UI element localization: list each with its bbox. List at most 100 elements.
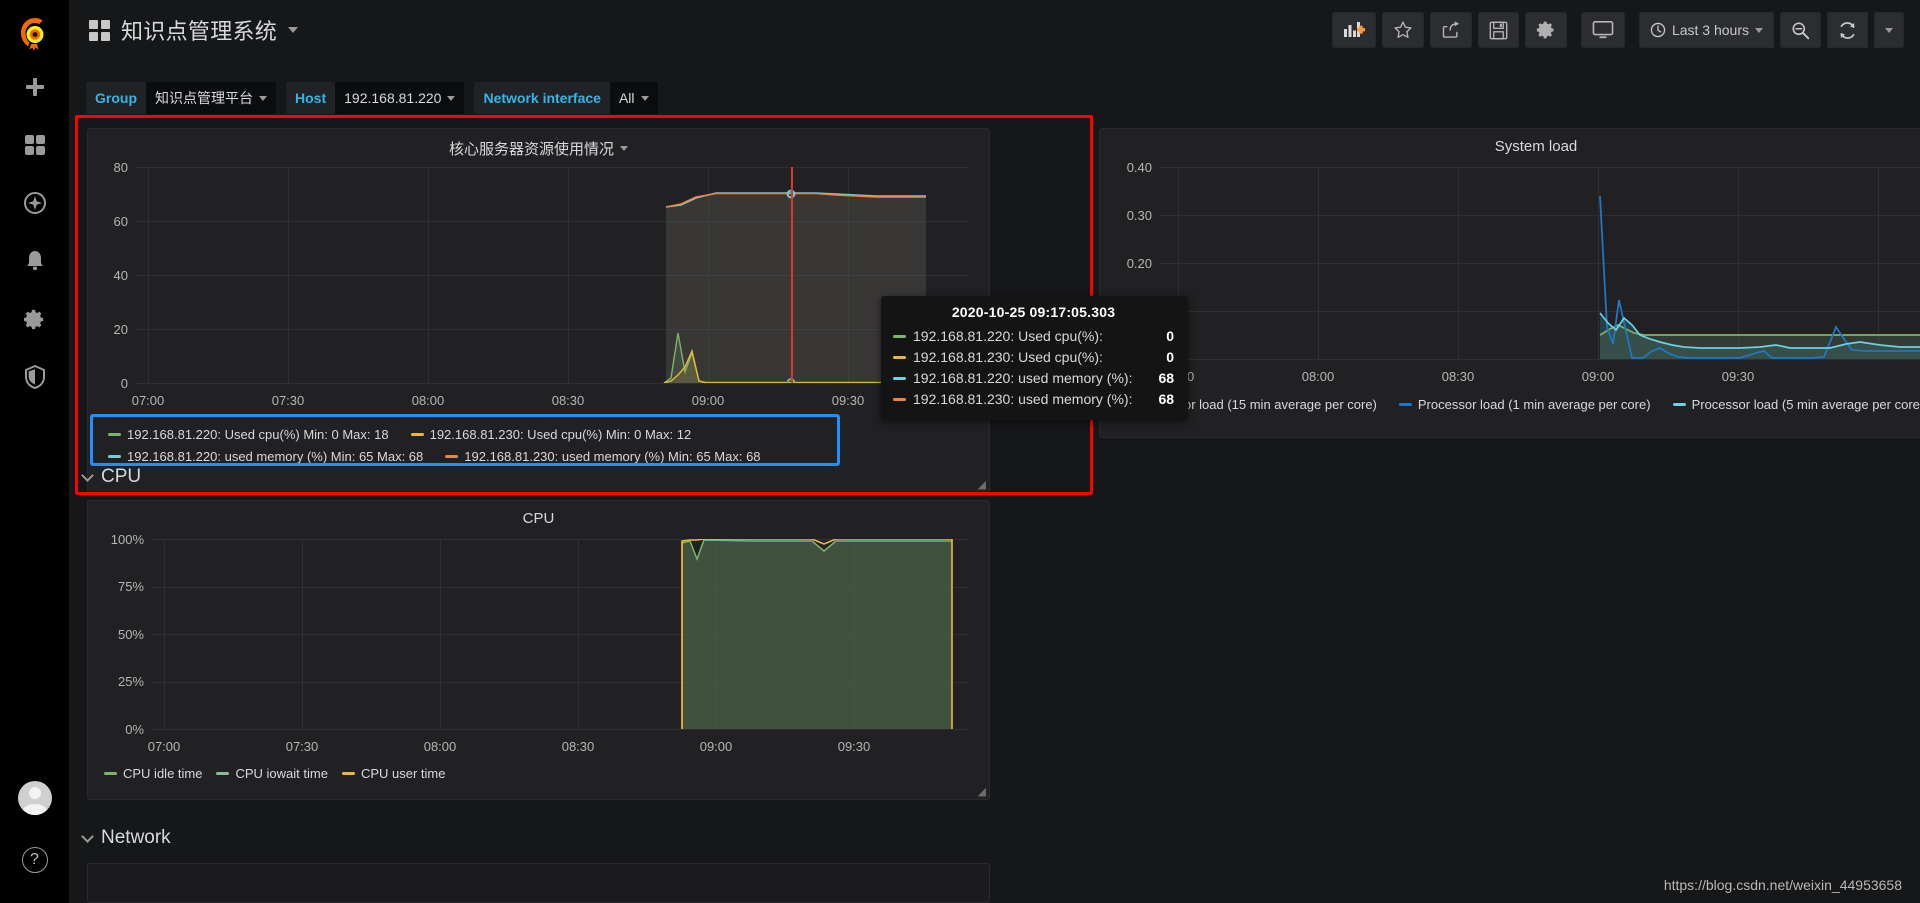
sidebar-item-configuration[interactable] (0, 290, 69, 348)
template-variables: Group 知识点管理平台 Host 192.168.81.220 Networ… (86, 82, 658, 114)
panel-resize-handle[interactable]: ◢ (978, 785, 986, 798)
dashboard-settings-button[interactable] (1524, 12, 1567, 48)
legend-swatch (445, 455, 459, 458)
sidebar-item-explore[interactable] (0, 174, 69, 232)
add-panel-button[interactable] (1331, 12, 1376, 48)
sidebar-item-server-admin[interactable] (0, 348, 69, 406)
top-navbar: 知识点管理系统 Last 3 hours (69, 0, 1920, 60)
share-dashboard-button[interactable] (1429, 12, 1472, 48)
variable-value-network-interface-text: All (618, 90, 635, 106)
avatar[interactable] (0, 767, 69, 829)
legend-item[interactable]: 192.168.81.220: Used cpu(%) Min: 0 Max: … (108, 427, 389, 442)
panel-title-system-load[interactable]: System load (1100, 129, 1920, 155)
legend-label: Processor load (1 min average per core) (1417, 397, 1651, 412)
legend-label: 192.168.81.220: used memory (%) Min: 65 … (127, 449, 424, 464)
dashboard-grid-icon (89, 19, 110, 41)
help-icon[interactable]: ? (0, 829, 69, 891)
sidebar-item-create[interactable] (0, 58, 69, 116)
panel-title-core-server-resource-usage[interactable]: 核心服务器资源使用情况 (88, 129, 989, 159)
graph-cpu[interactable]: 100% 75% 50% 25% 0% 07:00 07:30 08:00 08… (88, 532, 989, 779)
chevron-down-icon (447, 95, 456, 101)
sidebar-item-dashboards[interactable] (0, 116, 69, 174)
plot-svg (681, 539, 953, 729)
variable-host[interactable]: Host 192.168.81.220 (286, 82, 465, 114)
variable-value-group[interactable]: 知识点管理平台 (146, 82, 276, 114)
sidebar: ? (0, 0, 69, 903)
plus-icon (25, 78, 44, 96)
y-tick: 25% (117, 674, 144, 689)
legend-swatch (1672, 403, 1686, 406)
bell-icon (26, 251, 43, 270)
tooltip-swatch (893, 398, 906, 401)
legend-item[interactable]: CPU iowait time (216, 766, 328, 781)
y-tick: 0.40 (1126, 160, 1152, 175)
variable-label-host: Host (286, 82, 336, 114)
legend-label: 192.168.81.230: used memory (%) Min: 65 … (464, 449, 761, 464)
variable-group[interactable]: Group 知识点管理平台 (86, 82, 276, 114)
tooltip-series-label: 192.168.81.230: Used cpu(%): (913, 349, 1103, 365)
x-tick: 08:30 (1441, 369, 1475, 384)
chevron-down-icon[interactable] (288, 27, 299, 33)
grafana-logo-icon[interactable] (12, 12, 58, 58)
row-title: CPU (101, 466, 142, 487)
zoom-out-button[interactable] (1780, 12, 1821, 48)
legend-item[interactable]: 192.168.81.220: used memory (%) Min: 65 … (108, 449, 423, 464)
legend-item[interactable]: CPU idle time (104, 766, 202, 781)
gridline-h (136, 383, 969, 384)
legend-core-server-resource-usage: 192.168.81.220: Used cpu(%) Min: 0 Max: … (108, 427, 979, 464)
monitor-icon (1592, 21, 1614, 39)
refresh-button[interactable] (1827, 12, 1868, 48)
x-tick: 09:00 (691, 393, 725, 408)
dashboard-title-breadcrumb[interactable]: 知识点管理系统 (89, 14, 299, 46)
panel-network-placeholder (87, 863, 990, 903)
graph-system-load[interactable]: 0.40 0.30 0.20 08:00 08:30 09:00 09:30 (1100, 160, 1920, 417)
tooltip-series-value: 68 (1158, 391, 1175, 407)
legend-item[interactable]: Processor load (1 min average per core) (1398, 397, 1651, 412)
time-picker[interactable]: Last 3 hours (1638, 12, 1774, 48)
panel-core-server-resource-usage: 核心服务器资源使用情况 80 60 40 20 0 07:00 07:30 08… (87, 128, 990, 493)
y-tick: 0.30 (1126, 208, 1152, 223)
legend-item[interactable]: 192.168.81.230: used memory (%) Min: 65 … (445, 449, 761, 464)
x-tick: 08:00 (1301, 369, 1335, 384)
x-tick: 07:30 (285, 739, 319, 754)
legend-swatch (341, 772, 355, 775)
x-tick: 07:00 (131, 393, 165, 408)
graph-core-server-resource-usage[interactable]: 80 60 40 20 0 07:00 07:30 08:00 08:30 09… (88, 160, 989, 417)
sidebar-item-alerting[interactable] (0, 232, 69, 290)
legend-item[interactable]: Processor load (5 min average per core) (1672, 397, 1920, 412)
panel-title-cpu[interactable]: CPU (88, 501, 989, 527)
gridline-h (152, 729, 969, 730)
variable-network-interface[interactable]: Network interface All (474, 82, 658, 114)
x-tick: 07:00 (147, 739, 181, 754)
mark-favorite-button[interactable] (1381, 12, 1424, 48)
legend-item[interactable]: CPU user time (341, 766, 445, 781)
variable-value-host[interactable]: 192.168.81.220 (335, 82, 465, 114)
add-panel-icon (1343, 22, 1365, 37)
save-icon (1489, 21, 1508, 39)
legend-swatch (1398, 403, 1412, 406)
tooltip-series-value: 0 (1166, 349, 1175, 365)
refresh-interval-dropdown[interactable] (1874, 12, 1904, 48)
save-dashboard-button[interactable] (1477, 12, 1519, 48)
legend-swatch (104, 772, 117, 775)
variable-label-group: Group (86, 82, 146, 114)
row-header-cpu[interactable]: CPU (81, 466, 142, 488)
y-tick: 0.20 (1126, 256, 1152, 271)
share-icon (1442, 21, 1459, 38)
panel-resize-handle[interactable]: ◢ (978, 478, 986, 491)
chevron-down-icon[interactable] (620, 146, 628, 151)
y-tick: 40 (113, 268, 128, 283)
row-header-network[interactable]: Network (81, 827, 171, 849)
x-tick: 09:30 (831, 393, 865, 408)
chevron-down-icon (640, 95, 649, 101)
gear-icon (23, 309, 44, 329)
graph-tooltip: 2020-10-25 09:17:05.303 192.168.81.220: … (881, 296, 1189, 420)
zoom-out-icon (1792, 21, 1810, 39)
tooltip-timestamp: 2020-10-25 09:17:05.303 (951, 304, 1116, 320)
shield-icon (24, 365, 45, 389)
tooltip-row: 192.168.81.220: used memory (%): 68 (893, 368, 1174, 389)
tv-mode-button[interactable] (1580, 12, 1625, 48)
legend-item[interactable]: 192.168.81.230: Used cpu(%) Min: 0 Max: … (410, 427, 691, 442)
variable-value-network-interface[interactable]: All (609, 82, 658, 114)
y-tick: 50% (117, 627, 144, 642)
